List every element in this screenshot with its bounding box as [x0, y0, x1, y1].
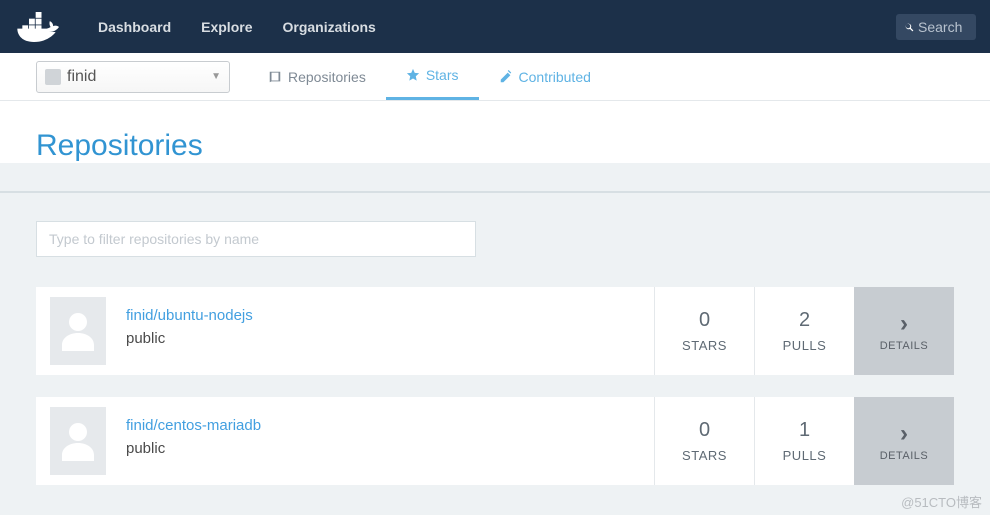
tabs: Repositories Stars Contributed [248, 53, 611, 100]
user-avatar-icon [45, 69, 61, 85]
repo-avatar-icon [50, 407, 106, 475]
details-label: DETAILS [880, 340, 929, 352]
star-icon [406, 68, 420, 82]
tab-label: Stars [426, 67, 459, 83]
book-icon [268, 70, 282, 84]
sub-nav: finid ▼ Repositories Stars Contributed [0, 53, 990, 101]
user-dropdown-name: finid [67, 68, 211, 86]
chevron-right-icon: › [900, 310, 908, 338]
pulls-label: PULLS [783, 338, 827, 353]
nav-organizations[interactable]: Organizations [268, 11, 389, 43]
docker-logo [14, 8, 64, 46]
tab-contributed[interactable]: Contributed [479, 53, 611, 100]
search-icon [904, 20, 914, 34]
stat-pulls: 1 PULLS [754, 397, 854, 485]
pulls-count: 2 [799, 309, 810, 332]
stat-stars: 0 STARS [654, 287, 754, 375]
repo-card: finid/centos-mariadb public 0 STARS 1 PU… [36, 397, 954, 485]
pulls-count: 1 [799, 419, 810, 442]
repo-card: finid/ubuntu-nodejs public 0 STARS 2 PUL… [36, 287, 954, 375]
chevron-right-icon: › [900, 420, 908, 448]
repo-visibility: public [126, 440, 654, 457]
search-input[interactable] [918, 19, 968, 35]
repo-section: finid/ubuntu-nodejs public 0 STARS 2 PUL… [0, 191, 990, 505]
repo-meta: finid/centos-mariadb public [106, 397, 654, 485]
repo-meta: finid/ubuntu-nodejs public [106, 287, 654, 375]
stat-stars: 0 STARS [654, 397, 754, 485]
repo-avatar-icon [50, 297, 106, 365]
stars-count: 0 [699, 419, 710, 442]
tab-repositories[interactable]: Repositories [248, 53, 386, 100]
nav-dashboard[interactable]: Dashboard [84, 11, 185, 43]
details-label: DETAILS [880, 450, 929, 462]
top-nav: Dashboard Explore Organizations [0, 0, 990, 53]
caret-down-icon: ▼ [211, 71, 221, 82]
user-dropdown[interactable]: finid ▼ [36, 61, 230, 93]
page-header: Repositories [0, 101, 990, 163]
filter-input[interactable] [36, 221, 476, 257]
stars-label: STARS [682, 448, 727, 463]
tab-label: Contributed [519, 69, 591, 85]
nav-explore[interactable]: Explore [187, 11, 266, 43]
stat-pulls: 2 PULLS [754, 287, 854, 375]
search-box[interactable] [896, 14, 976, 40]
watermark: @51CTO博客 [901, 492, 982, 511]
tab-label: Repositories [288, 69, 366, 85]
pulls-label: PULLS [783, 448, 827, 463]
stars-count: 0 [699, 309, 710, 332]
stars-label: STARS [682, 338, 727, 353]
edit-icon [499, 70, 513, 84]
repo-visibility: public [126, 330, 654, 347]
nav-links: Dashboard Explore Organizations [84, 11, 390, 43]
repo-name-link[interactable]: finid/centos-mariadb [126, 417, 654, 434]
page-title: Repositories [36, 129, 954, 163]
repo-name-link[interactable]: finid/ubuntu-nodejs [126, 307, 654, 324]
details-button[interactable]: › DETAILS [854, 397, 954, 485]
details-button[interactable]: › DETAILS [854, 287, 954, 375]
tab-stars[interactable]: Stars [386, 53, 479, 100]
